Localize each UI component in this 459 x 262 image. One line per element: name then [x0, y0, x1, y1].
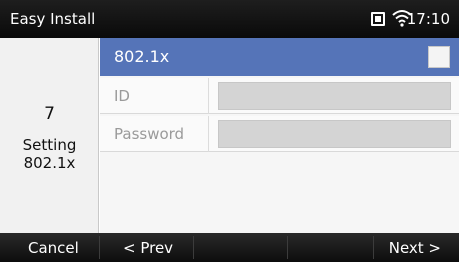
password-label: Password — [114, 125, 185, 143]
password-row: Password — [100, 116, 459, 152]
clock: 17:10 — [406, 10, 450, 28]
dot1x-toggle-row[interactable]: 802.1x — [100, 38, 459, 76]
dot1x-label: 802.1x — [114, 47, 170, 66]
step-label-line2: 802.1x — [23, 154, 76, 172]
id-row: ID — [100, 78, 459, 114]
softkey-divider — [99, 236, 100, 259]
softkey-divider — [193, 236, 194, 259]
sim-card-icon — [371, 12, 385, 26]
password-input[interactable] — [218, 120, 451, 148]
softkey-divider — [373, 236, 374, 259]
step-panel: 7 Setting 802.1x — [0, 38, 99, 233]
next-button[interactable]: Next > — [389, 239, 441, 257]
settings-form: 802.1x ID Password — [100, 38, 459, 233]
status-bar: Easy Install 17:10 — [0, 0, 459, 38]
easy-install-screen: Easy Install 17:10 7 Setting 802.1x 802.… — [0, 0, 459, 262]
step-number: 7 — [44, 104, 55, 124]
dot1x-checkbox[interactable] — [428, 46, 450, 68]
step-label: Setting 802.1x — [0, 136, 99, 172]
cancel-button[interactable]: Cancel — [28, 239, 79, 257]
id-input[interactable] — [218, 82, 451, 110]
id-label: ID — [114, 87, 130, 105]
softkey-divider — [287, 236, 288, 259]
column-divider — [208, 116, 209, 152]
softkey-bar: Cancel < Prev Next > — [0, 233, 459, 262]
step-label-line1: Setting — [22, 136, 77, 154]
column-divider — [208, 78, 209, 114]
app-title: Easy Install — [10, 10, 96, 28]
prev-button[interactable]: < Prev — [123, 239, 173, 257]
